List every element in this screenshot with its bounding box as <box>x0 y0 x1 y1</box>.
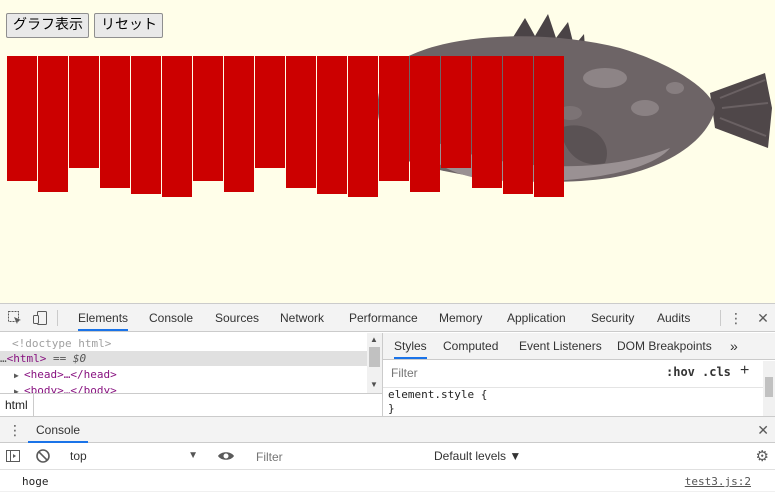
styles-tabbar: Styles Computed Event Listeners DOM Breakpo… <box>383 333 775 360</box>
tab-performance[interactable]: Performance <box>349 304 418 331</box>
tab-security[interactable]: Security <box>591 304 634 331</box>
page-viewport: グラフ表示 リセット <box>0 0 775 303</box>
new-style-rule-button[interactable]: + <box>740 362 749 380</box>
graph-bar <box>379 56 409 181</box>
scrollbar-thumb[interactable] <box>369 347 380 367</box>
tab-application[interactable]: Application <box>507 304 566 331</box>
style-close: } <box>388 402 395 415</box>
dom-head-node[interactable]: ▶ <head>…</head> <box>0 367 367 382</box>
device-toolbar-icon[interactable] <box>32 310 48 326</box>
reset-button[interactable]: リセット <box>94 13 163 38</box>
context-select[interactable]: top ▼ <box>62 446 204 466</box>
graph-bar <box>472 56 502 188</box>
scrollbar-thumb[interactable] <box>765 377 773 397</box>
dom-doctype[interactable]: <!doctype html> <box>0 336 367 351</box>
graph-bar <box>224 56 254 192</box>
tab-memory[interactable]: Memory <box>439 304 482 331</box>
styles-scrollbar[interactable] <box>763 361 775 416</box>
show-graph-button[interactable]: グラフ表示 <box>6 13 89 38</box>
styles-tab-computed[interactable]: Computed <box>443 333 498 359</box>
console-message: hoge test3.js:2 <box>0 470 775 492</box>
devtools-panel: Elements Console Sources Network Performance… <box>0 303 775 496</box>
dom-head-tag: <head>…</head> <box>24 368 117 381</box>
graph-bar <box>38 56 68 192</box>
graph-bar <box>193 56 223 181</box>
tab-elements[interactable]: Elements <box>78 304 129 331</box>
style-selector: element.style { <box>388 388 488 401</box>
scroll-up-icon[interactable]: ▲ <box>370 335 378 344</box>
expand-arrow-icon[interactable]: ▶ <box>14 384 24 393</box>
live-expression-eye-icon[interactable] <box>217 448 235 467</box>
drawer-tab-console[interactable]: Console <box>28 417 89 443</box>
more-tabs-icon[interactable]: » <box>730 333 738 359</box>
graph-bar <box>7 56 37 181</box>
clear-console-icon[interactable] <box>35 448 51 467</box>
close-drawer-icon[interactable]: ✕ <box>757 422 769 439</box>
console-message-text: hoge <box>22 475 49 488</box>
graph-bar <box>503 56 533 194</box>
scroll-down-icon[interactable]: ▼ <box>370 380 378 389</box>
breadcrumb: html <box>0 393 382 416</box>
styles-filter-input[interactable] <box>385 362 655 384</box>
chevron-down-icon: ▼ <box>188 450 198 461</box>
dom-ellipsis: … <box>0 352 7 365</box>
close-devtools-icon[interactable]: ✕ <box>755 310 771 326</box>
graph-bar <box>410 56 440 192</box>
bar-graph <box>0 0 775 303</box>
context-value: top <box>70 449 87 463</box>
selected-marker: == $0 <box>53 352 87 365</box>
devtools-toolbar: Elements Console Sources Network Performance… <box>0 304 775 332</box>
console-filter-input[interactable] <box>251 447 426 467</box>
graph-bar <box>534 56 564 197</box>
dom-html-tag: <html> <box>6 352 47 365</box>
drawer-menu-icon[interactable]: ⋮ <box>8 422 22 439</box>
graph-bar <box>441 56 471 168</box>
element-style-rule[interactable]: element.style { } <box>383 387 763 416</box>
graph-bar <box>348 56 378 197</box>
log-levels-select[interactable]: Default levels ▼ <box>434 446 521 466</box>
dom-body-node[interactable]: ▶ <body>…</body> <box>0 383 367 393</box>
expand-arrow-icon[interactable]: ▶ <box>14 368 24 383</box>
console-message-source-link[interactable]: test3.js:2 <box>685 475 751 488</box>
tab-audits[interactable]: Audits <box>657 304 690 331</box>
dom-tree-scrollbar[interactable]: ▲ ▼ <box>367 333 382 393</box>
gear-icon[interactable]: ⚙ <box>756 447 769 465</box>
styles-tab-styles[interactable]: Styles <box>394 333 427 359</box>
breadcrumb-html[interactable]: html <box>5 398 28 412</box>
graph-bar <box>255 56 285 168</box>
dom-html-node[interactable]: …<html> == $0 <box>0 351 367 366</box>
hov-toggle[interactable]: :hov <box>666 365 695 379</box>
drawer-tabbar: ⋮ Console ✕ <box>0 416 775 443</box>
more-options-icon[interactable]: ⋮ <box>728 310 744 326</box>
tab-sources[interactable]: Sources <box>215 304 259 331</box>
styles-tab-event-listeners[interactable]: Event Listeners <box>519 333 602 359</box>
graph-bar <box>286 56 316 188</box>
dom-tree: <!doctype html> …<html> == $0 ▶ <head>…</… <box>0 333 382 393</box>
sidebar-toggle-icon[interactable] <box>5 448 21 467</box>
graph-bar <box>69 56 99 168</box>
graph-bar <box>162 56 192 197</box>
graph-bar <box>317 56 347 194</box>
tab-console[interactable]: Console <box>149 304 193 331</box>
inspect-element-icon[interactable] <box>7 310 23 326</box>
dom-body-tag: <body>…</body> <box>24 384 117 393</box>
cls-toggle[interactable]: .cls <box>702 365 731 379</box>
tab-network[interactable]: Network <box>280 304 324 331</box>
graph-bar <box>100 56 130 188</box>
graph-bar <box>131 56 161 194</box>
console-toolbar: top ▼ Default levels ▼ ⚙ <box>0 443 775 470</box>
styles-tab-dom-breakpoints[interactable]: DOM Breakpoints <box>617 333 712 359</box>
